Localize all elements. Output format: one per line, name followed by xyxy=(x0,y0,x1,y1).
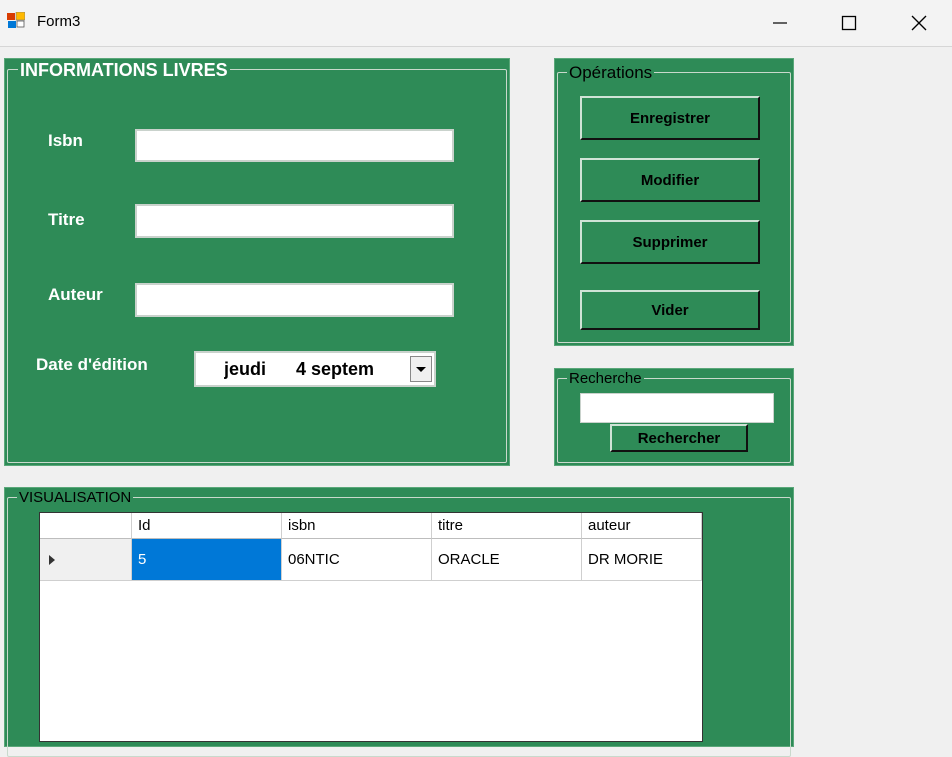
info-panel: INFORMATIONS LIVRES Isbn Titre Auteur Da… xyxy=(4,58,510,466)
date-label: Date d'édition xyxy=(36,355,148,374)
grid-corner-header[interactable] xyxy=(40,513,132,539)
operations-panel: Opérations Enregistrer Modifier Supprime… xyxy=(554,58,794,346)
close-button[interactable] xyxy=(891,0,947,46)
isbn-input[interactable] xyxy=(135,129,454,162)
maximize-button[interactable] xyxy=(821,0,877,46)
recherche-panel: Recherche Rechercher xyxy=(554,368,794,466)
minimize-button[interactable] xyxy=(752,0,808,46)
chevron-down-icon xyxy=(416,367,426,372)
close-icon xyxy=(911,15,927,31)
recherche-title: Recherche xyxy=(567,370,644,387)
column-header-titre[interactable]: titre xyxy=(432,513,582,539)
cell-auteur[interactable]: DR MORIE xyxy=(582,539,702,581)
column-header-auteur[interactable]: auteur xyxy=(582,513,702,539)
date-picker[interactable]: jeudi 4 septem xyxy=(194,351,436,387)
data-grid[interactable]: Id isbn titre auteur 5 06NTIC ORACLE DR … xyxy=(39,512,703,742)
cell-titre[interactable]: ORACLE xyxy=(432,539,582,581)
date-value: jeudi 4 septem xyxy=(224,359,375,379)
auteur-label: Auteur xyxy=(48,285,103,304)
row-header[interactable] xyxy=(40,539,132,581)
maximize-icon xyxy=(841,15,857,31)
supprimer-button[interactable]: Supprimer xyxy=(580,220,760,264)
isbn-label: Isbn xyxy=(48,131,83,150)
current-row-arrow-icon xyxy=(49,554,55,565)
vider-button[interactable]: Vider xyxy=(580,290,760,330)
operations-title: Opérations xyxy=(567,63,655,83)
table-row[interactable]: 5 06NTIC ORACLE DR MORIE xyxy=(40,539,702,581)
date-dropdown-button[interactable] xyxy=(410,356,432,382)
titre-label: Titre xyxy=(48,210,85,229)
minimize-icon xyxy=(773,22,787,24)
modifier-button[interactable]: Modifier xyxy=(580,158,760,202)
enregistrer-button[interactable]: Enregistrer xyxy=(580,96,760,140)
auteur-input[interactable] xyxy=(135,283,454,317)
window-title: Form3 xyxy=(37,13,81,30)
title-bar: Form3 xyxy=(0,0,952,47)
visualisation-title: VISUALISATION xyxy=(17,489,134,506)
cell-id[interactable]: 5 xyxy=(132,539,282,581)
info-title: INFORMATIONS LIVRES xyxy=(18,60,230,81)
rechercher-button[interactable]: Rechercher xyxy=(610,424,748,452)
column-header-isbn[interactable]: isbn xyxy=(282,513,432,539)
recherche-input[interactable] xyxy=(580,393,774,423)
app-icon xyxy=(7,12,25,28)
column-header-id[interactable]: Id xyxy=(132,513,282,539)
grid-header-row: Id isbn titre auteur xyxy=(40,513,702,539)
cell-isbn[interactable]: 06NTIC xyxy=(282,539,432,581)
titre-input[interactable] xyxy=(135,204,454,238)
